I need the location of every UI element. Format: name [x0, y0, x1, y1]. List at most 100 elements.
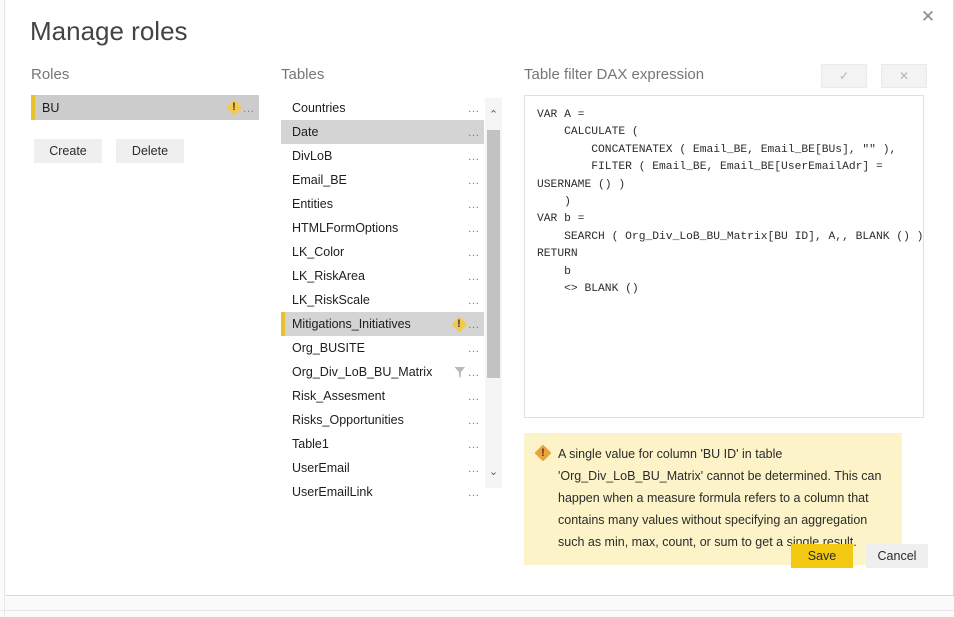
- dax-expression-text[interactable]: VAR A = CALCULATE ( CONCATENATEX ( Email…: [525, 96, 923, 309]
- table-item-icons: …: [468, 270, 485, 282]
- table-list-item[interactable]: Table1 …: [281, 432, 484, 456]
- table-item-label: Org_Div_LoB_BU_Matrix: [292, 365, 433, 379]
- table-item-icons: …: [468, 246, 485, 258]
- more-options-icon[interactable]: …: [468, 342, 481, 354]
- dax-action-buttons: ✓ ✕: [821, 64, 927, 88]
- table-item-label: Risks_Opportunities: [292, 413, 404, 427]
- tables-list-panel: Countries … Date … DivLoB … Email_BE … Entities ……: [281, 96, 501, 496]
- table-item-label: Entities: [292, 197, 333, 211]
- table-list-item[interactable]: Org_BUSITE …: [281, 336, 484, 360]
- create-role-button[interactable]: Create: [34, 139, 102, 163]
- more-options-icon[interactable]: …: [468, 318, 481, 330]
- scroll-down-icon[interactable]: ⌄: [485, 463, 502, 480]
- tables-section-label: Tables: [281, 66, 325, 83]
- more-options-icon[interactable]: …: [468, 462, 481, 474]
- more-options-icon[interactable]: …: [468, 126, 481, 138]
- warning-icon: [228, 100, 241, 114]
- table-list-item[interactable]: Mitigations_Initiatives …: [281, 312, 484, 336]
- accept-dax-button[interactable]: ✓: [821, 64, 867, 88]
- table-item-icons: …: [468, 390, 485, 402]
- table-item-icons: …: [453, 317, 485, 331]
- more-options-icon[interactable]: …: [468, 150, 481, 162]
- table-item-icons: …: [468, 414, 485, 426]
- table-list-item[interactable]: Date …: [281, 120, 484, 144]
- table-item-label: LK_RiskArea: [292, 269, 365, 283]
- table-item-label: Countries: [292, 101, 346, 115]
- table-item-icons: …: [468, 486, 485, 496]
- more-options-icon[interactable]: …: [243, 102, 256, 114]
- role-name: BU: [42, 100, 60, 115]
- table-item-label: UserEmail: [292, 461, 350, 475]
- role-action-buttons: Create Delete: [34, 139, 184, 163]
- table-item-label: Mitigations_Initiatives: [292, 317, 411, 331]
- table-list-item[interactable]: Org_Div_LoB_BU_Matrix …: [281, 360, 484, 384]
- table-list-item[interactable]: Countries …: [281, 96, 484, 120]
- more-options-icon[interactable]: …: [468, 102, 481, 114]
- table-item-label: UserEmailLink: [292, 485, 373, 496]
- scrollbar-thumb[interactable]: [487, 130, 500, 378]
- table-list-item[interactable]: Entities …: [281, 192, 484, 216]
- table-item-icons: …: [468, 126, 485, 138]
- table-item-icons: …: [468, 438, 485, 450]
- manage-roles-dialog: ✕ Manage roles Roles BU … Create Delete …: [6, 0, 954, 596]
- roles-section-label: Roles: [31, 66, 70, 83]
- table-item-icons: …: [468, 294, 485, 306]
- save-button[interactable]: Save: [791, 544, 853, 568]
- more-options-icon[interactable]: …: [468, 294, 481, 306]
- error-warning-icon: [536, 445, 550, 461]
- table-item-label: Email_BE: [292, 173, 347, 187]
- more-options-icon[interactable]: …: [468, 390, 481, 402]
- table-list-item[interactable]: DivLoB …: [281, 144, 484, 168]
- table-item-icons: …: [454, 366, 485, 379]
- more-options-icon[interactable]: …: [468, 366, 481, 378]
- dax-expression-editor[interactable]: VAR A = CALCULATE ( CONCATENATEX ( Email…: [524, 95, 924, 418]
- warning-icon: [453, 317, 466, 331]
- more-options-icon[interactable]: …: [468, 198, 481, 210]
- table-item-label: Risk_Assesment: [292, 389, 386, 403]
- tables-list: Countries … Date … DivLoB … Email_BE … Entities ……: [281, 96, 484, 496]
- table-item-icons: …: [468, 150, 485, 162]
- more-options-icon[interactable]: …: [468, 414, 481, 426]
- table-item-icons: …: [468, 198, 485, 210]
- more-options-icon[interactable]: …: [468, 270, 481, 282]
- more-options-icon[interactable]: …: [468, 246, 481, 258]
- delete-role-button[interactable]: Delete: [116, 139, 184, 163]
- table-item-label: LK_RiskScale: [292, 293, 370, 307]
- table-item-icons: …: [468, 342, 485, 354]
- scroll-up-icon[interactable]: ⌃: [485, 106, 502, 123]
- table-list-item[interactable]: UserEmail …: [281, 456, 484, 480]
- page-title: Manage roles: [30, 16, 188, 46]
- more-options-icon[interactable]: …: [468, 222, 481, 234]
- table-item-label: Org_BUSITE: [292, 341, 365, 355]
- table-list-item[interactable]: UserEmailLink …: [281, 480, 484, 496]
- table-item-label: Table1: [292, 437, 329, 451]
- table-list-item[interactable]: Risk_Assesment …: [281, 384, 484, 408]
- more-options-icon[interactable]: …: [468, 486, 481, 496]
- table-list-item[interactable]: LK_Color …: [281, 240, 484, 264]
- table-item-icons: …: [468, 462, 485, 474]
- more-options-icon[interactable]: …: [468, 438, 481, 450]
- close-icon[interactable]: ✕: [911, 2, 945, 30]
- table-item-label: Date: [292, 125, 319, 139]
- table-item-label: HTMLFormOptions: [292, 221, 399, 235]
- table-item-icons: …: [468, 174, 485, 186]
- revert-dax-button[interactable]: ✕: [881, 64, 927, 88]
- tables-scrollbar[interactable]: ⌃ ⌄: [485, 98, 502, 488]
- table-list-item[interactable]: Email_BE …: [281, 168, 484, 192]
- table-list-item[interactable]: Risks_Opportunities …: [281, 408, 484, 432]
- role-item-bu[interactable]: BU …: [31, 95, 259, 120]
- table-item-icons: …: [468, 102, 485, 114]
- table-list-item[interactable]: LK_RiskScale …: [281, 288, 484, 312]
- filter-icon: [454, 366, 466, 379]
- table-list-item[interactable]: LK_RiskArea …: [281, 264, 484, 288]
- table-item-label: DivLoB: [292, 149, 333, 163]
- table-item-label: LK_Color: [292, 245, 345, 259]
- more-options-icon[interactable]: …: [468, 174, 481, 186]
- dax-section-label: Table filter DAX expression: [524, 66, 705, 83]
- roles-list: BU …: [31, 95, 259, 120]
- cancel-button[interactable]: Cancel: [866, 544, 928, 568]
- table-list-item[interactable]: HTMLFormOptions …: [281, 216, 484, 240]
- table-item-icons: …: [468, 222, 485, 234]
- error-message: A single value for column 'BU ID' in tab…: [558, 447, 882, 549]
- footer-buttons: Save Cancel: [791, 544, 928, 568]
